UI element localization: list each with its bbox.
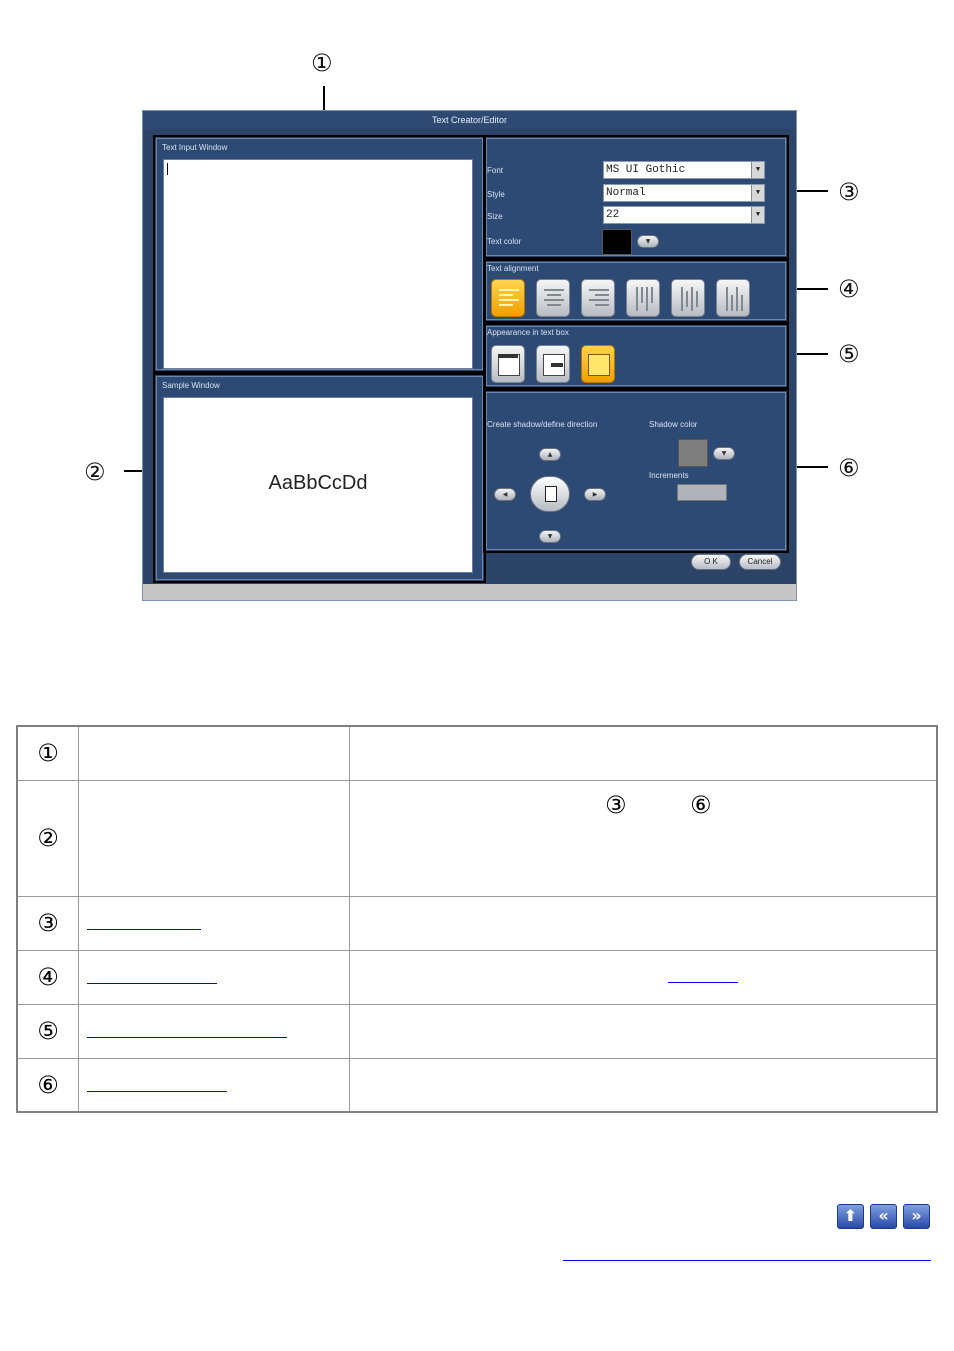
shadow-link[interactable] <box>87 1090 227 1092</box>
increments-field[interactable] <box>677 484 727 501</box>
sample-window-label: Sample Window <box>162 381 220 390</box>
font-label: Font <box>487 166 504 175</box>
row-name <box>78 725 350 781</box>
arrow-up-icon[interactable]: ⬆ <box>837 1204 864 1229</box>
shadow-left-button[interactable]: ◀ <box>494 488 516 501</box>
ok-button[interactable]: O K <box>691 554 731 570</box>
style-value: Normal <box>606 187 646 199</box>
alignment-label: Text alignment <box>487 264 539 273</box>
shadow-up-button[interactable]: ▲ <box>539 448 561 461</box>
shadow-right-button[interactable]: ▶ <box>584 488 606 501</box>
ref-3: ③ <box>605 790 627 819</box>
font-settings-panel: Font MS UI Gothic ▼ Style Normal ▼ Size … <box>486 138 786 256</box>
text-cursor <box>167 163 168 175</box>
callout-6: ⑥ <box>838 454 860 482</box>
font-value: MS UI Gothic <box>606 164 686 176</box>
align-center-button[interactable] <box>536 279 570 317</box>
table-row: ④ <box>16 949 938 1005</box>
legend-table: ① ② ③ ⑥ ③ ④ ⑤ ⑥ <box>16 725 938 1113</box>
row-description: ③ ⑥ <box>349 779 938 897</box>
table-row: ① <box>16 725 938 781</box>
ref-6: ⑥ <box>690 790 712 819</box>
row-description <box>349 1003 938 1059</box>
chevron-down-icon[interactable]: ▼ <box>751 185 764 201</box>
appearance-option-3-button[interactable] <box>581 345 615 383</box>
shadow-color-swatch[interactable] <box>678 439 708 467</box>
page-icon <box>545 486 557 502</box>
text-input-area[interactable] <box>163 159 473 369</box>
size-select[interactable]: 22 ▼ <box>603 206 765 224</box>
footer-link[interactable] <box>563 1259 931 1261</box>
double-chevron-left-icon[interactable]: « <box>870 1204 897 1229</box>
row-name <box>78 1057 350 1113</box>
row-description <box>349 725 938 781</box>
shadow-color-label: Shadow color <box>649 420 698 429</box>
shadow-down-button[interactable]: ▼ <box>539 530 561 543</box>
appearance-label: Appearance in text box <box>487 328 569 337</box>
callout-2: ② <box>84 458 106 486</box>
table-row: ③ <box>16 895 938 951</box>
shadow-direction-label: Create shadow/define direction <box>487 420 598 429</box>
table-row: ⑤ <box>16 1003 938 1059</box>
callout-1: ① <box>311 49 333 77</box>
appearance-option-2-button[interactable] <box>536 345 570 383</box>
text-color-dropdown-button[interactable]: ▼ <box>637 235 659 248</box>
increments-label: Increments <box>649 471 689 480</box>
style-select[interactable]: Normal ▼ <box>603 184 765 202</box>
row-description <box>349 895 938 951</box>
row-number: ③ <box>16 895 79 951</box>
callout-5: ⑤ <box>838 340 860 368</box>
font-settings-link[interactable] <box>87 928 201 930</box>
text-input-label: Text Input Window <box>162 143 228 152</box>
style-label: Style <box>487 190 505 199</box>
row-number: ⑥ <box>16 1057 79 1113</box>
align-right-button[interactable] <box>581 279 615 317</box>
align-vertical-center-button[interactable] <box>671 279 705 317</box>
callout-4: ④ <box>838 275 860 303</box>
appearance-panel: Appearance in text box <box>486 326 786 386</box>
callout-3: ③ <box>838 178 860 206</box>
align-vertical-top-button[interactable] <box>626 279 660 317</box>
row-name <box>78 895 350 951</box>
chevron-down-icon[interactable]: ▼ <box>751 162 764 178</box>
shadow-panel: Create shadow/define direction ▲ ◀ ▶ ▼ S… <box>486 392 786 550</box>
appearance-link[interactable] <box>87 1036 287 1038</box>
size-label: Size <box>487 212 503 221</box>
row-number: ① <box>16 725 79 781</box>
font-select[interactable]: MS UI Gothic ▼ <box>603 161 765 179</box>
row-number: ⑤ <box>16 1003 79 1059</box>
description-link[interactable] <box>668 981 738 983</box>
appearance-option-1-button[interactable] <box>491 345 525 383</box>
row-name <box>78 1003 350 1059</box>
row-description <box>349 949 938 1005</box>
dialog-status-bar <box>143 584 796 600</box>
cancel-button[interactable]: Cancel <box>739 554 781 570</box>
sample-panel: Sample Window AaBbCcDd <box>156 376 483 580</box>
chevron-down-icon[interactable]: ▼ <box>751 207 764 223</box>
row-name <box>78 779 350 897</box>
row-number: ② <box>16 779 79 897</box>
sample-window-area: AaBbCcDd <box>163 397 473 573</box>
shadow-color-dropdown-button[interactable]: ▼ <box>713 447 735 460</box>
row-description <box>349 1057 938 1113</box>
row-number: ④ <box>16 949 79 1005</box>
text-alignment-link[interactable] <box>87 982 217 984</box>
double-chevron-right-icon[interactable]: » <box>903 1204 930 1229</box>
text-input-panel: Text Input Window <box>156 138 483 370</box>
align-vertical-bottom-button[interactable] <box>716 279 750 317</box>
text-color-label: Text color <box>487 237 522 246</box>
table-row: ⑥ <box>16 1057 938 1113</box>
table-row: ② ③ ⑥ <box>16 779 938 897</box>
text-creator-dialog: Text Creator/Editor Text Input Window Sa… <box>142 110 797 601</box>
align-left-button[interactable] <box>491 279 525 317</box>
dialog-title: Text Creator/Editor <box>143 111 796 129</box>
sample-text: AaBbCcDd <box>268 472 368 494</box>
row-name <box>78 949 350 1005</box>
text-color-swatch[interactable] <box>602 229 632 255</box>
alignment-panel: Text alignment <box>486 262 786 320</box>
shadow-center-button[interactable] <box>530 476 570 512</box>
size-value: 22 <box>606 209 620 221</box>
